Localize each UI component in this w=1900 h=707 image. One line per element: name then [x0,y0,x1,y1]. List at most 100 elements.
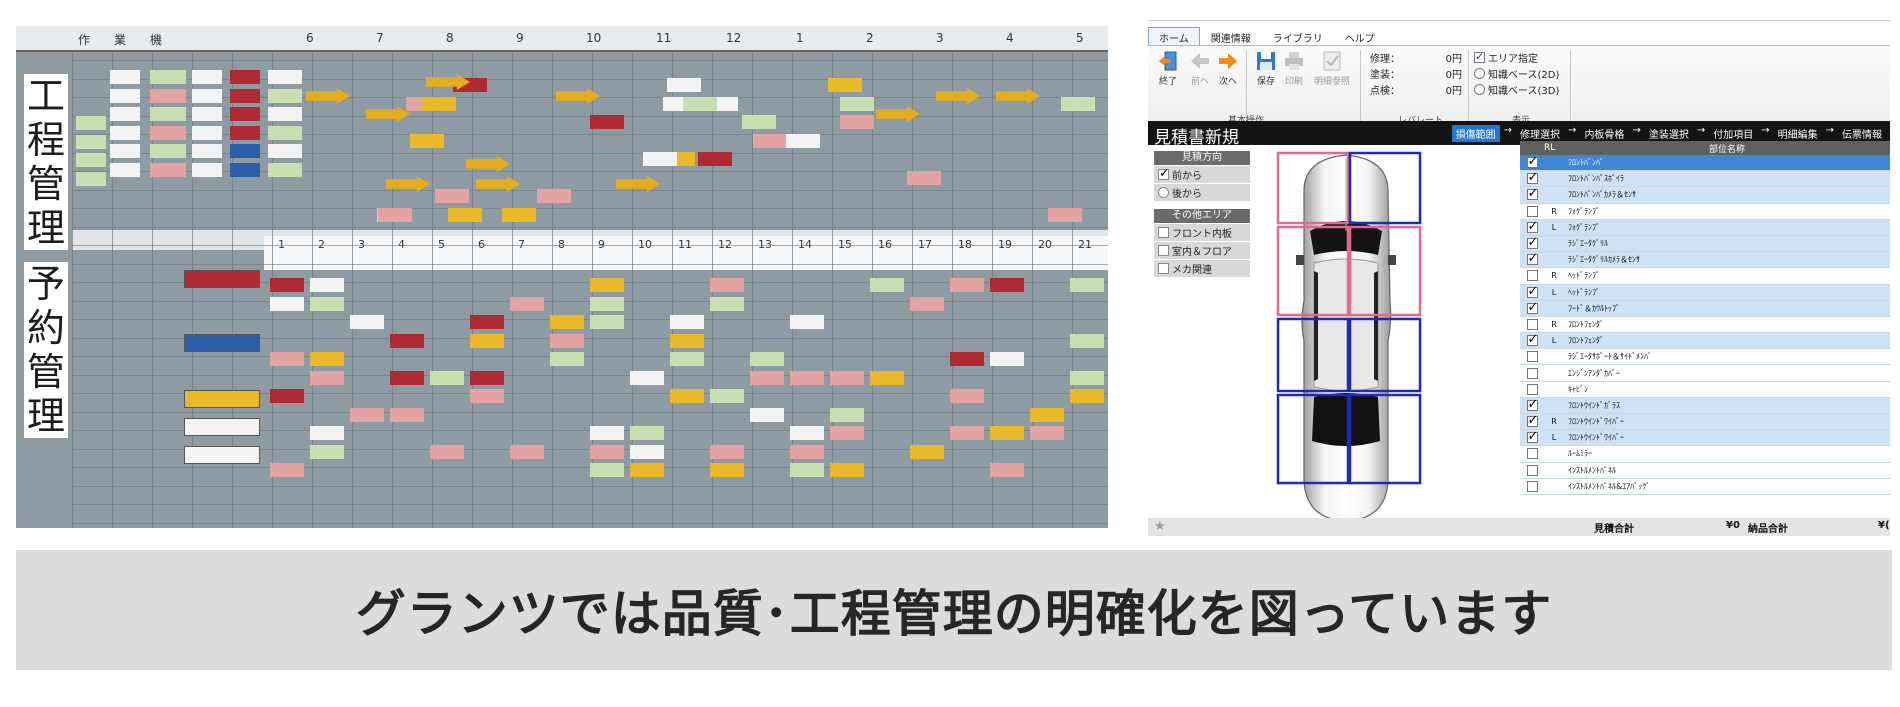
workflow-step[interactable]: 明細編集 [1774,125,1822,142]
row-part-name: ｲﾝｽﾄﾙﾒﾝﾄﾊﾟﾈﾙ&ｴｱﾊﾞｯｸﾞ [1568,481,1651,491]
save-button[interactable]: 保存 [1252,50,1280,87]
table-row[interactable]: ﾗｼﾞｴｰﾀｸﾞﾘﾙｶﾒﾗ＆ｾﾝｻ [1520,251,1890,269]
table-row[interactable]: ﾌｰﾄﾞ＆ｶｳﾙﾄｯﾌﾟ [1520,300,1890,317]
front-inner-panel-checkbox[interactable]: フロント内板 [1154,224,1250,241]
row-checkbox[interactable] [1526,351,1538,363]
schedule-magnet [150,88,186,103]
row-part-name: ｴﾝｼﾞﾝｱﾝﾀﾞｶﾊﾞｰ [1568,368,1620,378]
details-reference-button[interactable]: 明細参照 [1312,50,1352,87]
table-row[interactable]: ｷｬﾋﾞﾝ [1520,382,1890,398]
damage-zone-grid[interactable] [1276,151,1422,485]
schedule-magnet [270,389,304,403]
row-checkbox[interactable] [1526,300,1538,315]
table-row[interactable]: ﾌﾛﾝﾄﾊﾞﾝﾊﾟｶﾒﾗ＆ｾﾝｻ [1520,186,1890,204]
workflow-step[interactable]: 修理選択 [1516,125,1564,142]
row-checkbox[interactable] [1526,170,1538,185]
knowledge-base-3d-radio[interactable]: 知識ベース(3D) [1474,82,1559,97]
mechanical-checkbox[interactable]: メカ関連 [1154,260,1250,277]
row-checkbox[interactable] [1526,413,1538,428]
workflow-step[interactable]: 損傷範囲 [1451,125,1500,142]
schedule-magnet [830,463,864,477]
row-checkbox[interactable] [1526,448,1538,460]
row-checkbox[interactable] [1526,464,1538,476]
table-row[interactable]: ｴﾝｼﾞﾝｱﾝﾀﾞｶﾊﾞｰ [1520,365,1890,382]
direction-rear-option[interactable]: 後から [1154,184,1250,201]
interior-floor-checkbox[interactable]: 室内＆フロア [1154,242,1250,259]
menu-tab-related-info[interactable]: 関連情報 [1200,27,1262,45]
row-checkbox[interactable] [1526,154,1538,169]
arrow-left-icon [1191,53,1209,69]
row-checkbox[interactable] [1526,235,1538,250]
table-row[interactable]: ﾌﾛﾝﾄｳｲﾝﾄﾞｶﾞﾗｽ [1520,397,1890,414]
next-button[interactable]: 次へ [1214,50,1242,87]
details-icon [1323,51,1341,71]
table-row[interactable]: R ﾍｯﾄﾞﾗﾝﾌﾟ [1520,268,1890,285]
row-checkbox[interactable] [1526,429,1538,444]
checkbox[interactable] [1158,245,1169,256]
schedule-magnet [230,144,260,158]
board-header-cell: 機 [150,33,163,47]
table-row[interactable]: R ﾌｫｸﾞﾗﾝﾌﾟ [1520,204,1890,220]
ribbon-separator [1360,50,1361,124]
row-checkbox[interactable] [1526,251,1538,266]
print-button[interactable]: 印刷 [1280,50,1308,87]
schedule-magnet [192,88,222,103]
table-row[interactable]: R ﾌﾛﾝﾄｳｲﾝﾄﾞﾜｲﾊﾟｰ [1520,413,1890,431]
board-header-cell: 3 [936,31,944,45]
schedule-magnet [790,315,824,329]
table-row[interactable]: L ﾌﾛﾝﾄｳｲﾝﾄﾞﾜｲﾊﾟｰ [1520,429,1890,447]
grid-line [672,52,673,528]
knowledge-base-2d-radio[interactable]: 知識ベース(2D) [1474,66,1559,81]
radio-button[interactable] [1158,187,1169,198]
table-row[interactable]: ﾙｰﾑﾐﾗｰ [1520,446,1890,463]
estimate-total-label: 見積合計 [1594,524,1634,535]
area-specify-checkbox[interactable]: エリア指定 [1474,50,1538,65]
radio-button[interactable] [1474,84,1485,95]
row-checkbox[interactable] [1526,205,1538,217]
radio-button[interactable] [1474,68,1485,79]
row-checkbox[interactable] [1526,397,1538,412]
previous-button[interactable]: 前へ [1186,50,1214,87]
menu-tab-library[interactable]: ライブラリ [1262,27,1334,45]
reservation-tag [184,390,260,408]
star-icon[interactable]: ★ [1154,519,1166,534]
row-checkbox[interactable] [1526,186,1538,201]
table-row[interactable]: R ﾌﾛﾝﾄﾌｪﾝﾀﾞ [1520,317,1890,334]
table-row[interactable]: L ﾌﾛﾝﾄﾌｪﾝﾀﾞ [1520,332,1890,350]
row-checkbox-cell [1520,154,1544,169]
table-row[interactable]: ｲﾝｽﾄﾙﾒﾝﾄﾊﾟﾈﾙ [1520,463,1890,479]
menu-tab-home[interactable]: ホーム [1148,27,1200,45]
exit-button[interactable]: 終了 [1154,50,1182,87]
checkbox-checked[interactable] [1474,50,1485,63]
table-row[interactable]: ﾌﾛﾝﾄﾊﾞﾝﾊﾟ [1520,154,1890,172]
check-mark-icon[interactable] [1158,166,1170,181]
schedule-magnet [1030,407,1064,422]
grid-line [72,134,1108,135]
row-checkbox[interactable] [1526,318,1538,330]
schedule-magnet [268,107,302,121]
schedule-magnet [270,296,304,311]
menu-tab-help[interactable]: ヘルプ [1334,27,1386,45]
workflow-step[interactable]: 伝票情報 [1838,125,1886,142]
row-checkbox[interactable] [1526,219,1538,234]
table-row[interactable]: ｲﾝｽﾄﾙﾒﾝﾄﾊﾟﾈﾙ&ｴｱﾊﾞｯｸﾞ [1520,479,1890,495]
workflow-step[interactable]: 塗装選択 [1645,125,1693,142]
row-checkbox[interactable] [1526,480,1538,492]
row-checkbox[interactable] [1526,270,1538,282]
row-checkbox[interactable] [1526,284,1538,299]
workflow-step[interactable]: 付加項目 [1709,125,1757,142]
row-part-name: ﾌﾛﾝﾄﾊﾞﾝﾊﾟｶﾒﾗ＆ｾﾝｻ [1568,190,1636,200]
table-row[interactable]: ﾌﾛﾝﾄﾊﾞﾝﾊﾟｽﾎﾟｲﾗ [1520,170,1890,188]
row-checkbox[interactable] [1526,367,1538,379]
workflow-step[interactable]: 内板骨格 [1580,125,1628,142]
column-part-name: 部位名称 [1708,144,1745,155]
table-row[interactable]: L ﾌｫｸﾞﾗﾝﾌﾟ [1520,219,1890,236]
row-checkbox[interactable] [1526,332,1538,347]
direction-front-option[interactable]: 前から [1154,166,1250,183]
row-checkbox[interactable] [1526,383,1538,395]
checkbox[interactable] [1158,227,1169,238]
table-row[interactable]: L ﾍｯﾄﾞﾗﾝﾌﾟ [1520,284,1890,301]
checkbox[interactable] [1158,263,1169,274]
table-row[interactable]: ﾗｼﾞｴｰﾀｻﾎﾟｰﾄ＆ｻｲﾄﾞﾒﾝﾊﾞ [1520,349,1890,366]
table-row[interactable]: ﾗｼﾞｴｰﾀｸﾞﾘﾙ [1520,235,1890,253]
